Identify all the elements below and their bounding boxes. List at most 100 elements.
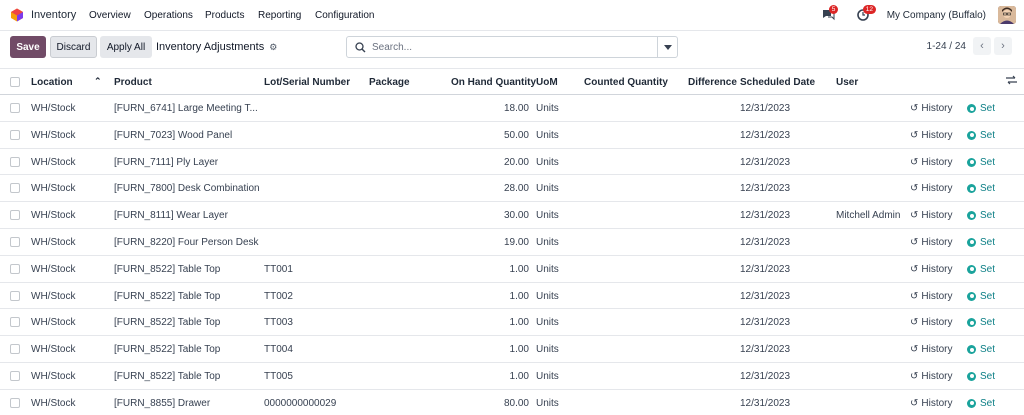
cell-scheduled-date: 12/31/2023 — [740, 370, 791, 382]
menu-configuration[interactable]: Configuration — [315, 10, 374, 21]
inventory-app-icon[interactable] — [10, 8, 24, 22]
table-row[interactable]: WH/Stock [FURN_7111] Ply Layer 20.00 Uni… — [0, 149, 1024, 176]
column-difference[interactable]: Difference — [688, 77, 737, 88]
history-button[interactable]: ↺ History — [910, 371, 953, 382]
cell-on-hand: 30.00 — [503, 210, 529, 222]
table-row[interactable]: WH/Stock [FURN_8855] Drawer 000000000002… — [0, 390, 1024, 415]
cell-scheduled-date: 12/31/2023 — [740, 129, 791, 141]
column-counted[interactable]: Counted Quantity — [584, 77, 668, 88]
sort-ascending-icon: ⌃ — [94, 76, 102, 86]
table-row[interactable]: WH/Stock [FURN_8522] Table Top TT004 1.0… — [0, 336, 1024, 363]
row-checkbox[interactable] — [10, 344, 20, 355]
set-button[interactable]: Set — [967, 103, 995, 114]
table-row[interactable]: WH/Stock [FURN_8522] Table Top TT001 1.0… — [0, 256, 1024, 283]
row-checkbox[interactable] — [10, 397, 20, 408]
menu-reporting[interactable]: Reporting — [258, 10, 301, 21]
search-options-toggle[interactable] — [657, 37, 677, 57]
row-checkbox[interactable] — [10, 129, 20, 140]
history-label: History — [921, 370, 953, 382]
column-user[interactable]: User — [836, 77, 858, 88]
search-bar[interactable]: Search... — [346, 36, 678, 58]
app-name[interactable]: Inventory — [31, 9, 76, 21]
history-button[interactable]: ↺ History — [910, 210, 953, 221]
set-button[interactable]: Set — [967, 291, 995, 302]
activities-button[interactable]: 12 — [853, 5, 876, 24]
history-icon: ↺ — [910, 397, 919, 409]
menu-products[interactable]: Products — [205, 10, 244, 21]
menu-operations[interactable]: Operations — [144, 10, 193, 21]
row-checkbox[interactable] — [10, 370, 20, 381]
column-location[interactable]: Location — [31, 77, 73, 88]
row-checkbox[interactable] — [10, 210, 20, 221]
search-icon — [355, 41, 366, 52]
column-scheduled-date[interactable]: Scheduled Date — [740, 77, 815, 88]
history-button[interactable]: ↺ History — [910, 264, 953, 275]
messages-button[interactable]: 5 — [819, 5, 839, 24]
row-checkbox[interactable] — [10, 103, 20, 113]
history-label: History — [921, 183, 953, 195]
save-button[interactable]: Save — [10, 36, 46, 58]
history-button[interactable]: ↺ History — [910, 398, 953, 409]
column-uom[interactable]: UoM — [536, 77, 558, 88]
history-button[interactable]: ↺ History — [910, 317, 953, 328]
set-button[interactable]: Set — [967, 237, 995, 248]
gear-icon[interactable]: ⚙ — [269, 42, 277, 53]
history-button[interactable]: ↺ History — [910, 291, 953, 302]
set-button[interactable]: Set — [967, 398, 995, 409]
row-checkbox[interactable] — [10, 183, 20, 194]
history-button[interactable]: ↺ History — [910, 130, 953, 141]
cell-on-hand: 1.00 — [509, 370, 529, 382]
cell-lot: TT002 — [264, 290, 293, 302]
cell-uom: Units — [536, 210, 559, 222]
table-row[interactable]: WH/Stock [FURN_8111] Wear Layer 30.00 Un… — [0, 202, 1024, 229]
pager-next-button[interactable]: › — [994, 37, 1012, 55]
cell-location: WH/Stock — [31, 156, 76, 168]
set-button[interactable]: Set — [967, 344, 995, 355]
table-row[interactable]: WH/Stock [FURN_8220] Four Person Desk 19… — [0, 229, 1024, 256]
row-checkbox[interactable] — [10, 156, 20, 167]
history-button[interactable]: ↺ History — [910, 237, 953, 248]
search-input[interactable]: Search... — [372, 42, 412, 53]
set-button[interactable]: Set — [967, 157, 995, 168]
table-row[interactable]: WH/Stock [FURN_8522] Table Top TT003 1.0… — [0, 309, 1024, 337]
set-button[interactable]: Set — [967, 130, 995, 141]
history-button[interactable]: ↺ History — [910, 103, 953, 114]
column-package[interactable]: Package — [369, 77, 410, 88]
row-checkbox[interactable] — [10, 290, 20, 301]
history-icon: ↺ — [910, 103, 919, 114]
history-button[interactable]: ↺ History — [910, 157, 953, 168]
table-row[interactable]: WH/Stock [FURN_8522] Table Top TT002 1.0… — [0, 283, 1024, 310]
pager-value[interactable]: 1-24 / 24 — [927, 41, 966, 52]
pager-previous-button[interactable]: ‹ — [973, 37, 991, 55]
set-button[interactable]: Set — [967, 183, 995, 194]
history-icon: ↺ — [910, 210, 919, 222]
optional-columns-icon[interactable] — [1006, 75, 1017, 88]
row-checkbox[interactable] — [10, 317, 20, 328]
table-row[interactable]: WH/Stock [FURN_7023] Wood Panel 50.00 Un… — [0, 122, 1024, 149]
table-row[interactable]: WH/Stock [FURN_7800] Desk Combination 28… — [0, 175, 1024, 203]
row-checkbox[interactable] — [10, 236, 20, 247]
set-button[interactable]: Set — [967, 210, 995, 221]
history-button[interactable]: ↺ History — [910, 344, 953, 355]
set-button[interactable]: Set — [967, 371, 995, 382]
menu-overview[interactable]: Overview — [89, 10, 131, 21]
apply-all-button[interactable]: Apply All — [100, 36, 152, 58]
discard-button[interactable]: Discard — [50, 36, 97, 58]
history-button[interactable]: ↺ History — [910, 183, 953, 194]
column-lot[interactable]: Lot/Serial Number — [264, 77, 350, 88]
company-switcher[interactable]: My Company (Buffalo) — [887, 10, 986, 21]
column-product[interactable]: Product — [114, 77, 152, 88]
set-button[interactable]: Set — [967, 264, 995, 275]
cell-uom: Units — [536, 397, 559, 409]
history-label: History — [921, 397, 953, 409]
set-button[interactable]: Set — [967, 317, 995, 328]
cell-on-hand: 1.00 — [509, 317, 529, 329]
row-checkbox[interactable] — [10, 263, 20, 274]
history-label: History — [921, 344, 953, 356]
table-row[interactable]: WH/Stock [FURN_6741] Large Meeting T... … — [0, 95, 1024, 122]
cell-product: [FURN_8522] Table Top — [114, 370, 221, 382]
user-avatar[interactable] — [998, 6, 1016, 24]
table-row[interactable]: WH/Stock [FURN_8522] Table Top TT005 1.0… — [0, 363, 1024, 390]
column-on-hand[interactable]: On Hand Quantity — [451, 77, 536, 88]
select-all-checkbox[interactable] — [10, 77, 20, 87]
